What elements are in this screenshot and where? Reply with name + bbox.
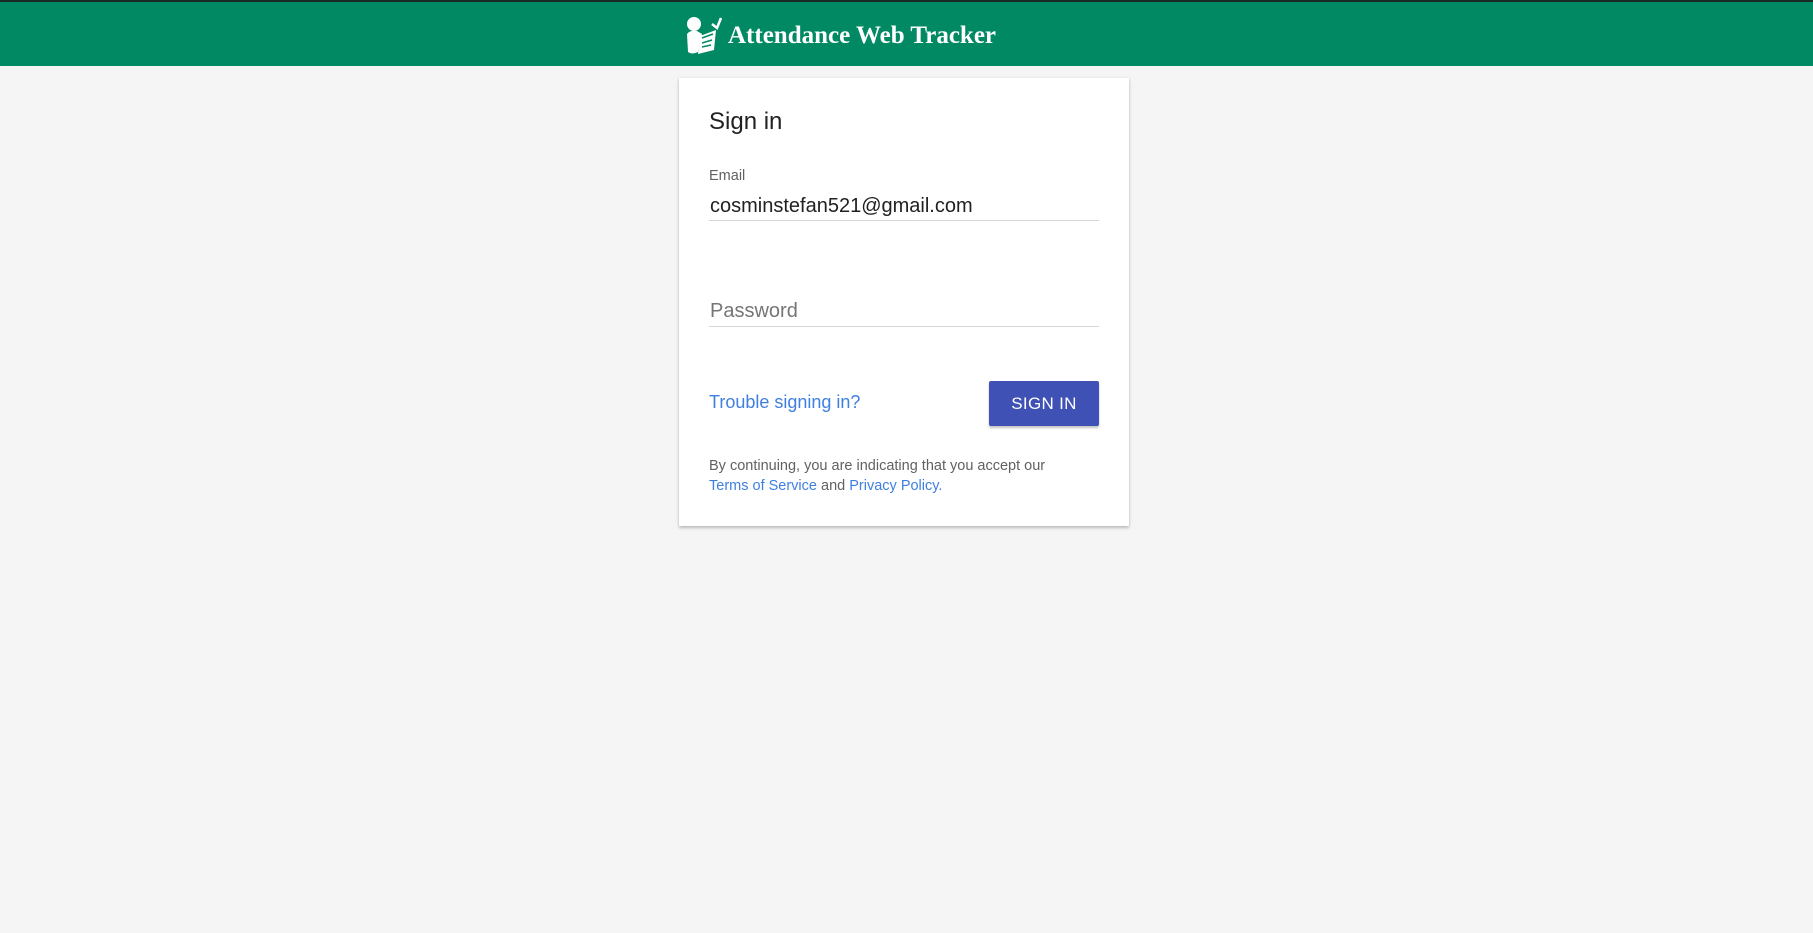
privacy-policy-link[interactable]: Privacy Policy [849, 478, 938, 494]
signin-title: Sign in [709, 108, 783, 135]
email-field[interactable] [709, 191, 1099, 221]
attendance-person-checklist-icon [687, 17, 722, 54]
privacy-policy-period[interactable]: . [938, 478, 942, 494]
legal-conjunction: and [821, 478, 846, 494]
legal-notice: By continuing, you are indicating that y… [709, 456, 1104, 496]
app-title: Attendance Web Tracker [728, 22, 997, 49]
email-underline [709, 220, 1099, 221]
app-header: Attendance Web Tracker [0, 0, 1813, 66]
password-field[interactable] [709, 296, 1099, 326]
password-underline [709, 326, 1099, 327]
legal-prefix: By continuing, you are indicating that y… [709, 458, 1046, 474]
trouble-signing-in-link[interactable]: Trouble signing in? [709, 392, 860, 413]
signin-card: Sign in Email Trouble signing in? SIGN I… [679, 78, 1129, 526]
sign-in-button[interactable]: SIGN IN [989, 381, 1099, 426]
email-label: Email [709, 168, 746, 184]
terms-of-service-link[interactable]: Terms of Service [709, 478, 817, 494]
brand: Attendance Web Tracker [684, 16, 996, 56]
